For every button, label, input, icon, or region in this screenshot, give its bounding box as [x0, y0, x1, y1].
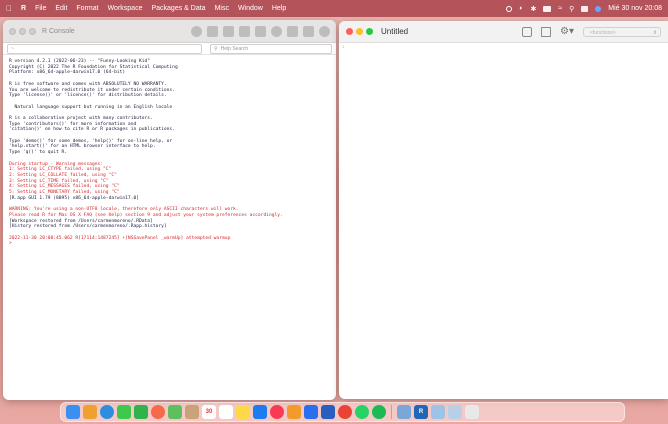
word-icon[interactable] [321, 405, 335, 419]
music-icon[interactable] [270, 405, 284, 419]
menu-item-help[interactable]: Help [272, 5, 286, 12]
minimize-window-button[interactable] [19, 27, 26, 35]
menu-clock[interactable]: Mié 30 nov 20:08 [608, 5, 662, 12]
wifi-icon[interactable]: ≈ [558, 5, 562, 12]
menu-bar:  R File Edit Format Workspace Packages & Da… [0, 0, 668, 17]
preview-icon[interactable] [397, 405, 411, 419]
run-script-icon[interactable] [207, 25, 218, 37]
line-marker: 1 [342, 44, 345, 49]
calendar-icon[interactable]: 30 [202, 405, 216, 419]
untitled-editor-window: Untitled ⚙▾ <functions> ⇳ 1 [339, 21, 668, 399]
print-icon[interactable] [303, 25, 314, 37]
bluetooth-icon[interactable]: ✱ [530, 5, 536, 13]
help-search-placeholder: Help Search [220, 45, 249, 52]
close-window-button[interactable] [346, 28, 353, 35]
pages-icon[interactable] [287, 405, 301, 419]
menu-item-edit[interactable]: Edit [55, 5, 67, 12]
battery-icon[interactable] [543, 5, 552, 12]
menu-item-file[interactable]: File [35, 5, 46, 12]
documents-icon[interactable] [448, 405, 462, 419]
search-icon: ⚲ [214, 45, 218, 52]
help-search-field[interactable]: ⚲ Help Search [210, 43, 332, 54]
messages-icon[interactable] [117, 405, 131, 419]
trash-icon[interactable] [465, 405, 479, 419]
console-line: Please read R for Mac OS X FAQ (see Help… [9, 212, 283, 218]
dock: 30 R [60, 402, 625, 422]
menu-item-packages-data[interactable]: Packages & Data [151, 5, 205, 12]
control-center-icon[interactable] [581, 5, 589, 12]
gear-icon[interactable]: ⚙▾ [560, 26, 574, 37]
menu-item-format[interactable]: Format [76, 5, 98, 12]
zoom-window-button[interactable] [29, 27, 36, 35]
dock-separator [391, 405, 392, 419]
functions-select[interactable]: <functions> ⇳ [583, 26, 661, 37]
console-title: R Console [42, 27, 75, 35]
console-pathbar: ~ ⚲ Help Search [3, 43, 336, 55]
spotlight-search-icon[interactable]: ⚲ [569, 5, 574, 13]
color-icon[interactable] [271, 25, 282, 37]
console-titlebar: R Console [3, 20, 336, 43]
app-store-icon[interactable] [253, 405, 267, 419]
menu-app-name[interactable]: R [21, 5, 26, 12]
editor-titlebar: Untitled ⚙▾ <functions> ⇳ [339, 21, 668, 43]
stop-icon[interactable] [191, 25, 202, 37]
editor-title: Untitled [381, 27, 409, 36]
spotify-icon[interactable] [372, 405, 386, 419]
zoom-window-button[interactable] [366, 28, 373, 35]
minimize-window-button[interactable] [356, 28, 363, 35]
launchpad-icon[interactable] [83, 405, 97, 419]
new-document-icon[interactable] [287, 25, 298, 37]
console-output[interactable]: R version 4.2.1 (2022-06-23) -- "Funny-L… [3, 55, 336, 251]
whatsapp-icon[interactable] [355, 405, 369, 419]
print-icon[interactable] [541, 26, 552, 37]
control-center-c-icon[interactable]: ◐ [519, 5, 523, 12]
close-window-button[interactable] [9, 27, 16, 35]
chevron-updown-icon: ⇳ [652, 29, 657, 36]
safari-icon[interactable] [100, 405, 114, 419]
finder-icon[interactable] [66, 405, 80, 419]
keynote-icon[interactable] [304, 405, 318, 419]
menu-item-workspace[interactable]: Workspace [108, 5, 143, 12]
quit-icon[interactable] [319, 25, 330, 37]
notes-icon[interactable] [236, 405, 250, 419]
r-app-icon[interactable]: R [414, 405, 428, 419]
contacts-icon[interactable] [185, 405, 199, 419]
functions-select-placeholder: <functions> [590, 29, 616, 36]
script-editor-area[interactable]: 1 [339, 43, 668, 399]
working-directory-field[interactable]: ~ [7, 43, 202, 54]
facetime-icon[interactable] [134, 405, 148, 419]
console-line: > [9, 241, 12, 247]
r-console-window: R Console ~ ⚲ Help Search R version 4.2.… [3, 20, 336, 400]
reminders-icon[interactable] [219, 405, 233, 419]
chrome-icon[interactable] [338, 405, 352, 419]
maps-icon[interactable] [168, 405, 182, 419]
siri-icon[interactable] [595, 5, 602, 12]
chart-icon[interactable] [223, 25, 234, 37]
menu-item-window[interactable]: Window [238, 5, 263, 12]
downloads-icon[interactable] [431, 405, 445, 419]
photos-icon[interactable] [151, 405, 165, 419]
menu-item-misc[interactable]: Misc [215, 5, 229, 12]
list-icon[interactable] [255, 25, 266, 37]
apple-icon[interactable]:  [6, 4, 12, 13]
source-icon[interactable] [239, 25, 250, 37]
record-status-icon[interactable] [506, 5, 513, 12]
source-script-icon[interactable] [522, 26, 533, 37]
